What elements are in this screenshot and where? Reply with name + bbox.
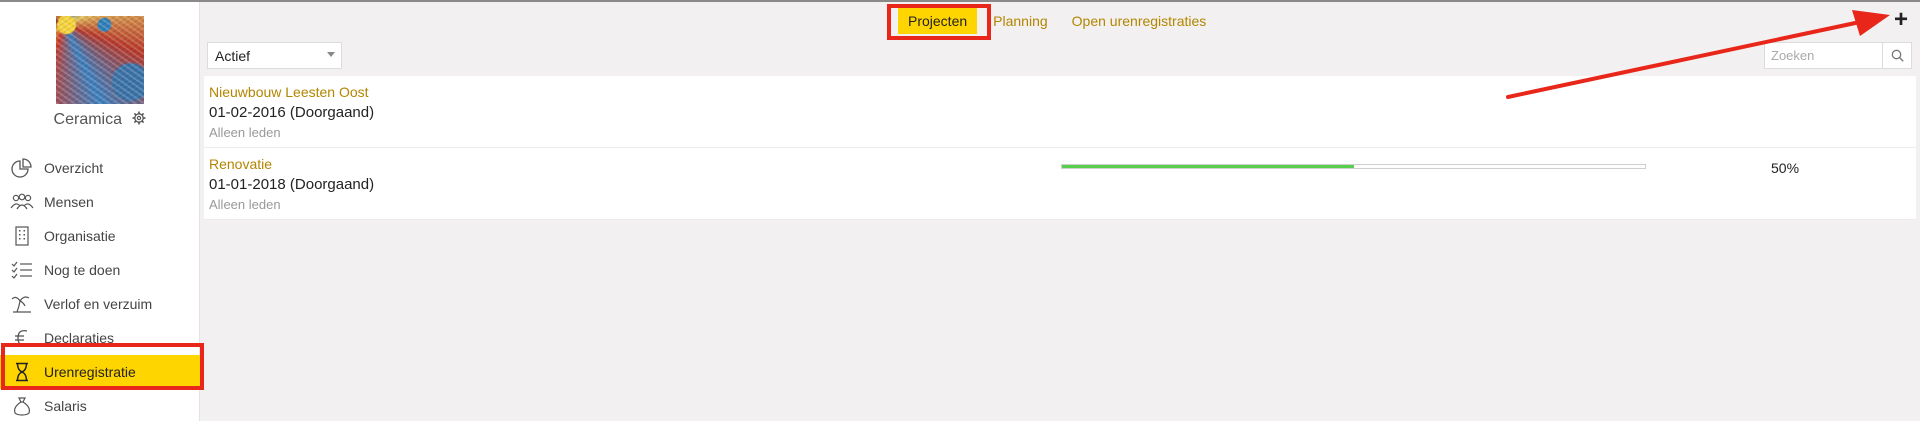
company-logo	[56, 16, 144, 104]
company-header: Ceramica	[0, 111, 200, 130]
tab-planning[interactable]: Planning	[983, 9, 1058, 33]
pie-chart-icon	[0, 158, 44, 178]
project-progress-bar	[1061, 164, 1646, 169]
project-date: 01-02-2016 (Doorgaand)	[209, 104, 375, 121]
sidebar-item-label: Overzicht	[44, 160, 104, 176]
sidebar-item-label: Salaris	[44, 398, 87, 414]
sidebar-item-overzicht[interactable]: Overzicht	[0, 151, 200, 185]
caret-down-icon	[327, 52, 335, 57]
project-list: Nieuwbouw Leesten Oost 01-02-2016 (Doorg…	[204, 76, 1916, 220]
project-access: Alleen leden	[209, 125, 281, 140]
project-progress-fill	[1062, 165, 1354, 168]
status-filter-value: Actief	[215, 48, 251, 64]
project-name[interactable]: Nieuwbouw Leesten Oost	[209, 84, 369, 100]
people-icon	[0, 193, 44, 211]
search-icon[interactable]	[1883, 43, 1911, 68]
building-icon	[0, 226, 44, 246]
project-name[interactable]: Renovatie	[209, 156, 272, 172]
project-row[interactable]: Renovatie 01-01-2018 (Doorgaand) Alleen …	[204, 148, 1916, 220]
tab-open-urenregistraties[interactable]: Open urenregistraties	[1062, 9, 1217, 33]
project-row[interactable]: Nieuwbouw Leesten Oost 01-02-2016 (Doorg…	[204, 76, 1916, 148]
company-name[interactable]: Ceramica	[54, 111, 122, 128]
gear-icon[interactable]	[132, 111, 146, 130]
sidebar-item-verlof[interactable]: Verlof en verzuim	[0, 287, 200, 321]
search-input[interactable]	[1765, 43, 1883, 68]
project-date: 01-01-2018 (Doorgaand)	[209, 176, 375, 193]
money-bag-icon	[0, 396, 44, 416]
sidebar-item-salaris[interactable]: Salaris	[0, 389, 200, 421]
project-progress-label: 50%	[1771, 160, 1800, 176]
add-project-button[interactable]: +	[1894, 8, 1908, 32]
project-access: Alleen leden	[209, 197, 281, 212]
sidebar-item-label: Verlof en verzuim	[44, 296, 153, 312]
search-box	[1764, 42, 1912, 69]
sidebar-item-organisatie[interactable]: Organisatie	[0, 219, 200, 253]
highlight-box-projecten	[887, 4, 991, 40]
status-filter-select[interactable]: Actief	[207, 42, 342, 69]
sidebar-item-nog-te-doen[interactable]: Nog te doen	[0, 253, 200, 287]
palm-tree-icon	[0, 294, 44, 314]
sidebar-item-mensen[interactable]: Mensen	[0, 185, 200, 219]
top-border	[0, 0, 1920, 2]
checklist-icon	[0, 261, 44, 279]
highlight-box-urenregistratie	[1, 343, 204, 390]
sidebar-item-label: Mensen	[44, 194, 94, 210]
sidebar-item-label: Organisatie	[44, 228, 116, 244]
sidebar-item-label: Nog te doen	[44, 262, 121, 278]
